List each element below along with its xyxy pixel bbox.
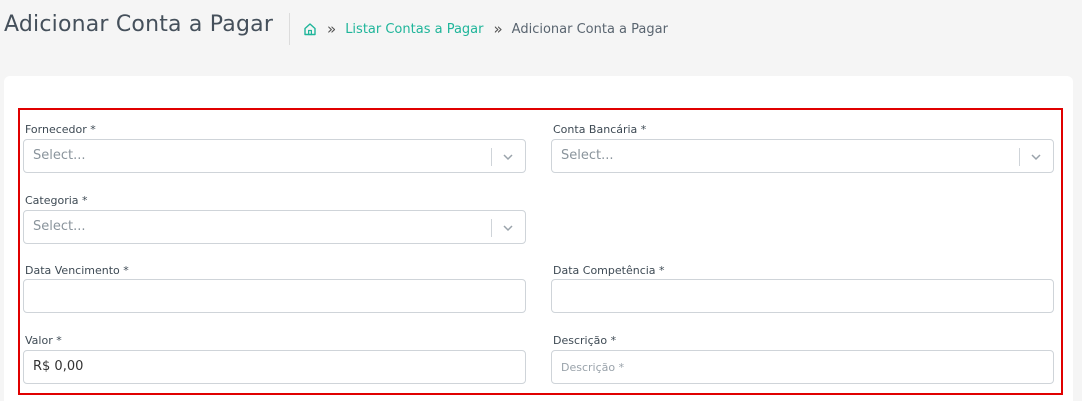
breadcrumb-current: Adicionar Conta a Pagar [511, 21, 668, 37]
data-competencia-label: Data Competência * [553, 264, 665, 277]
categoria-label: Categoria * [25, 194, 88, 207]
title-divider [289, 13, 290, 45]
valor-value: R$ 0,00 [33, 359, 84, 374]
breadcrumb: » Listar Contas a Pagar » Adicionar Cont… [303, 19, 668, 39]
conta-bancaria-placeholder: Select... [561, 148, 614, 163]
breadcrumb-separator: » [493, 19, 503, 38]
valor-input[interactable]: R$ 0,00 [23, 350, 526, 384]
page-header: Adicionar Conta a Pagar » Listar Contas … [0, 0, 1082, 60]
data-vencimento-input[interactable] [23, 279, 526, 313]
chevron-down-icon[interactable] [1030, 151, 1042, 163]
valor-label: Valor * [25, 334, 62, 347]
fornecedor-label: Fornecedor * [25, 123, 96, 136]
categoria-select[interactable]: Select... [23, 210, 526, 244]
data-competencia-input[interactable] [551, 279, 1054, 313]
select-separator [491, 148, 492, 166]
descricao-label: Descrição * [553, 334, 617, 347]
categoria-placeholder: Select... [33, 219, 86, 234]
breadcrumb-link-listar-contas[interactable]: Listar Contas a Pagar [345, 22, 483, 37]
conta-bancaria-label: Conta Bancária * [553, 123, 647, 136]
chevron-down-icon[interactable] [502, 151, 514, 163]
select-separator [1019, 148, 1020, 166]
home-icon[interactable] [303, 22, 317, 36]
page-title: Adicionar Conta a Pagar [4, 12, 274, 37]
fornecedor-select[interactable]: Select... [23, 139, 526, 173]
conta-bancaria-select[interactable]: Select... [551, 139, 1054, 173]
fornecedor-placeholder: Select... [33, 148, 86, 163]
descricao-input[interactable]: Descrição * [551, 350, 1054, 384]
select-separator [491, 219, 492, 237]
breadcrumb-separator: » [327, 19, 337, 38]
chevron-down-icon[interactable] [502, 222, 514, 234]
data-vencimento-label: Data Vencimento * [25, 264, 129, 277]
descricao-placeholder: Descrição * [561, 361, 625, 374]
